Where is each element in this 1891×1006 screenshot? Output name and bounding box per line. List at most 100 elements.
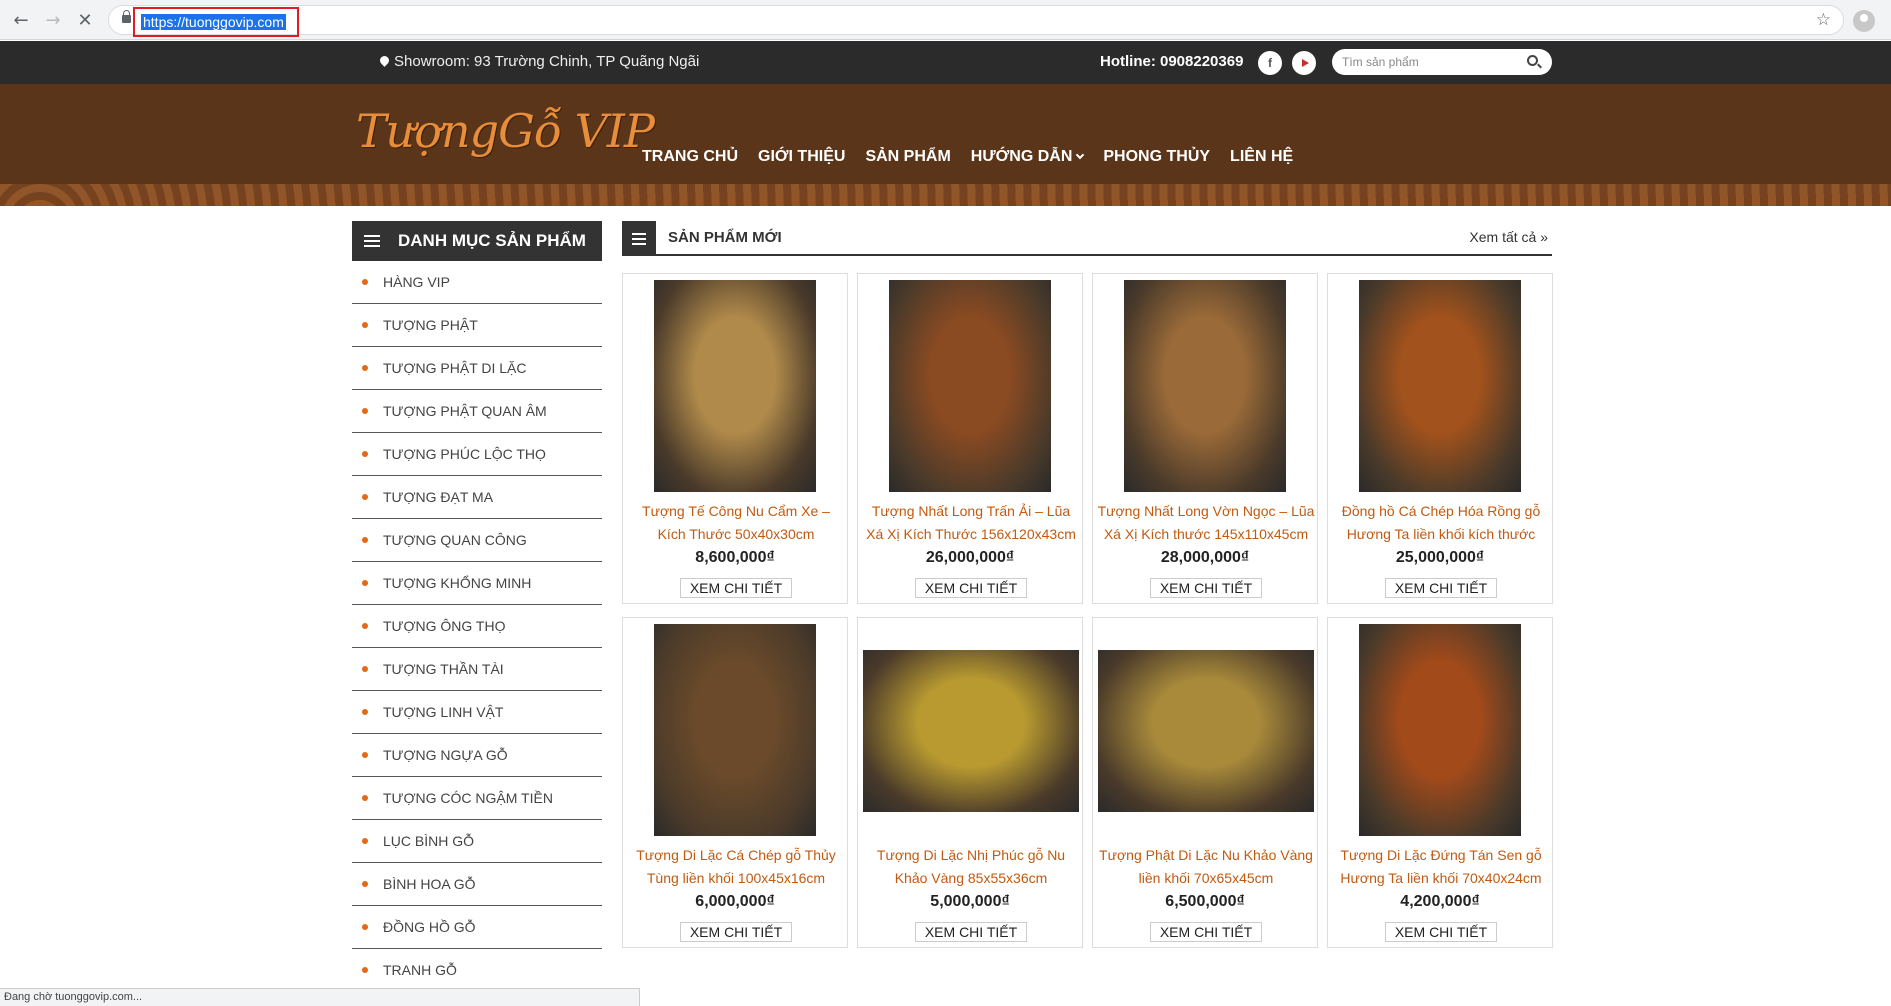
product-image[interactable]	[1359, 624, 1521, 836]
product-image[interactable]	[889, 280, 1051, 492]
product-image[interactable]	[1124, 280, 1286, 492]
forward-arrow-icon[interactable]: →	[42, 9, 64, 31]
bookmark-star-icon[interactable]: ☆	[1816, 10, 1831, 30]
product-card[interactable]: Tượng Nhất Long Vờn Ngọc – Lũa Xá Xị Kíc…	[1092, 273, 1318, 604]
menu-item-about[interactable]: GIỚI THIỆU	[758, 148, 845, 166]
bullet-icon	[362, 408, 368, 414]
bullet-icon	[362, 494, 368, 500]
menu-item-guide[interactable]: HƯỚNG DẪN	[970, 148, 1085, 166]
view-detail-button[interactable]: XEM CHI TIẾT	[1150, 922, 1262, 942]
sidebar-category-item[interactable]: TRANH GỖ	[352, 949, 602, 992]
sidebar-category-item[interactable]: TƯỢNG QUAN CÔNG	[352, 519, 602, 562]
address-bar[interactable]: https://tuonggovip.com ☆	[108, 5, 1844, 37]
bullet-icon	[362, 322, 368, 328]
showroom-text: Showroom: 93 Trường Chinh, TP Quãng Ngãi	[394, 53, 700, 70]
product-card[interactable]: Đồng hồ Cá Chép Hóa Rồng gỗ Hương Ta liề…	[1327, 273, 1553, 604]
back-arrow-icon[interactable]: ←	[10, 9, 32, 31]
sidebar-category-item[interactable]: HÀNG VIP	[352, 261, 602, 304]
product-title[interactable]: Tượng Di Lặc Cá Chép gỗ Thủy Tùng liền k…	[627, 844, 845, 890]
site-logo[interactable]: TượngGỗ VIP	[356, 104, 655, 158]
site-header: TượngGỗ VIP TRANG CHỦ GIỚI THIỆU SẢN PHẨ…	[0, 84, 1891, 206]
menu-item-fengshui[interactable]: PHONG THỦY	[1103, 148, 1210, 166]
menu-item-guide-label: HƯỚNG DẪN	[970, 148, 1073, 165]
sidebar-category-label: TƯỢNG NGỰA GỖ	[383, 747, 508, 763]
product-title[interactable]: Tượng Di Lặc Đứng Tán Sen gỗ Hương Ta li…	[1332, 844, 1550, 890]
view-all-link[interactable]: Xem tất cả »	[1469, 229, 1548, 245]
sidebar-category-label: TƯỢNG CÓC NGẬM TIỀN	[383, 790, 553, 806]
sidebar-category-item[interactable]: TƯỢNG NGỰA GỖ	[352, 734, 602, 777]
sidebar-category-item[interactable]: TƯỢNG PHẬT QUAN ÂM	[352, 390, 602, 433]
category-list: HÀNG VIP TƯỢNG PHẬT TƯỢNG PHẬT DI LẶC TƯỢNG…	[352, 261, 602, 992]
view-detail-button[interactable]: XEM CHI TIẾT	[915, 578, 1027, 598]
sidebar-category-item[interactable]: TƯỢNG PHÚC LỘC THỌ	[352, 433, 602, 476]
product-card[interactable]: Tượng Nhất Long Trấn Ải – Lũa Xá Xị Kích…	[857, 273, 1083, 604]
product-card[interactable]: Tượng Di Lặc Đứng Tán Sen gỗ Hương Ta li…	[1327, 617, 1553, 948]
facebook-icon[interactable]: f	[1258, 51, 1282, 75]
sidebar-category-item[interactable]: TƯỢNG ĐẠT MA	[352, 476, 602, 519]
product-price: 6,000,000₫	[695, 893, 775, 910]
product-price: 6,500,000₫	[1165, 893, 1245, 910]
product-card[interactable]: Tượng Di Lặc Cá Chép gỗ Thủy Tùng liền k…	[622, 617, 848, 948]
product-title[interactable]: Tượng Nhất Long Trấn Ải – Lũa Xá Xị Kích…	[862, 500, 1080, 546]
view-detail-button[interactable]: XEM CHI TIẾT	[680, 578, 792, 598]
product-card[interactable]: Tượng Di Lặc Nhị Phúc gỗ Nu Khảo Vàng 85…	[857, 617, 1083, 948]
view-detail-button[interactable]: XEM CHI TIẾT	[915, 922, 1027, 942]
sidebar-category-item[interactable]: TƯỢNG KHỔNG MINH	[352, 562, 602, 605]
sidebar-category-item[interactable]: TƯỢNG ÔNG THỌ	[352, 605, 602, 648]
sidebar-category-item[interactable]: ĐỒNG HỒ GỖ	[352, 906, 602, 949]
sidebar-category-label: HÀNG VIP	[383, 274, 450, 290]
product-title[interactable]: Tượng Di Lặc Nhị Phúc gỗ Nu Khảo Vàng 85…	[862, 844, 1080, 890]
view-detail-button[interactable]: XEM CHI TIẾT	[1150, 578, 1262, 598]
bullet-icon	[362, 752, 368, 758]
map-pin-icon	[378, 54, 391, 67]
sidebar-category-item[interactable]: BÌNH HOA GỖ	[352, 863, 602, 906]
youtube-play-icon	[1301, 59, 1309, 67]
product-title[interactable]: Tượng Tế Công Nu Cẩm Xe – Kích Thước 50x…	[627, 500, 845, 546]
menu-item-products[interactable]: SẢN PHẨM	[865, 148, 950, 166]
chevron-down-icon	[1076, 150, 1085, 160]
stop-loading-icon[interactable]: ✕	[74, 9, 96, 31]
menu-item-contact[interactable]: LIÊN HỆ	[1230, 148, 1293, 166]
bullet-icon	[362, 795, 368, 801]
product-title[interactable]: Đồng hồ Cá Chép Hóa Rồng gỗ Hương Ta liề…	[1332, 500, 1550, 546]
sidebar-category-item[interactable]: LỤC BÌNH GỖ	[352, 820, 602, 863]
product-price: 25,000,000₫	[1395, 549, 1485, 566]
product-image[interactable]	[1359, 280, 1521, 492]
sidebar-category-label: LỤC BÌNH GỖ	[383, 833, 475, 849]
facebook-letter: f	[1268, 56, 1272, 70]
sidebar-category-label: BÌNH HOA GỖ	[383, 876, 476, 892]
product-title[interactable]: Tượng Nhất Long Vờn Ngọc – Lũa Xá Xị Kíc…	[1097, 500, 1315, 546]
menu-item-home[interactable]: TRANG CHỦ	[642, 148, 738, 166]
product-image[interactable]	[654, 624, 816, 836]
sidebar-category-item[interactable]: TƯỢNG CÓC NGẬM TIỀN	[352, 777, 602, 820]
sidebar-category-label: TƯỢNG PHẬT DI LẶC	[383, 360, 527, 376]
search-input[interactable]	[1342, 53, 1522, 71]
view-detail-button[interactable]: XEM CHI TIẾT	[1385, 922, 1497, 942]
view-detail-button[interactable]: XEM CHI TIẾT	[680, 922, 792, 942]
bullet-icon	[362, 279, 368, 285]
sidebar-category-item[interactable]: TƯỢNG THẦN TÀI	[352, 648, 602, 691]
bullet-icon	[362, 709, 368, 715]
url-highlight-box: https://tuonggovip.com	[133, 7, 299, 37]
url-text[interactable]: https://tuonggovip.com	[141, 14, 286, 30]
search-icon[interactable]	[1527, 55, 1538, 66]
product-price: 5,000,000₫	[930, 893, 1010, 910]
category-sidebar: DANH MỤC SẢN PHẨM HÀNG VIP TƯỢNG PHẬT TƯỢN…	[352, 221, 602, 992]
hotline[interactable]: Hotline: 0908220369	[1100, 53, 1243, 70]
youtube-icon[interactable]	[1292, 51, 1316, 75]
view-detail-button[interactable]: XEM CHI TIẾT	[1385, 578, 1497, 598]
product-image[interactable]	[863, 650, 1079, 812]
bullet-icon	[362, 537, 368, 543]
bullet-icon	[362, 580, 368, 586]
product-title[interactable]: Tượng Phật Di Lặc Nu Khảo Vàng liền khối…	[1097, 844, 1315, 890]
profile-avatar-icon[interactable]	[1853, 10, 1875, 32]
product-card[interactable]: Tượng Tế Công Nu Cẩm Xe – Kích Thước 50x…	[622, 273, 848, 604]
product-image[interactable]	[654, 280, 816, 492]
product-price: 4,200,000₫	[1400, 893, 1480, 910]
lock-icon[interactable]	[122, 10, 131, 23]
sidebar-category-item[interactable]: TƯỢNG LINH VẬT	[352, 691, 602, 734]
sidebar-category-item[interactable]: TƯỢNG PHẬT DI LẶC	[352, 347, 602, 390]
product-image[interactable]	[1098, 650, 1314, 812]
sidebar-category-item[interactable]: TƯỢNG PHẬT	[352, 304, 602, 347]
product-card[interactable]: Tượng Phật Di Lặc Nu Khảo Vàng liền khối…	[1092, 617, 1318, 948]
